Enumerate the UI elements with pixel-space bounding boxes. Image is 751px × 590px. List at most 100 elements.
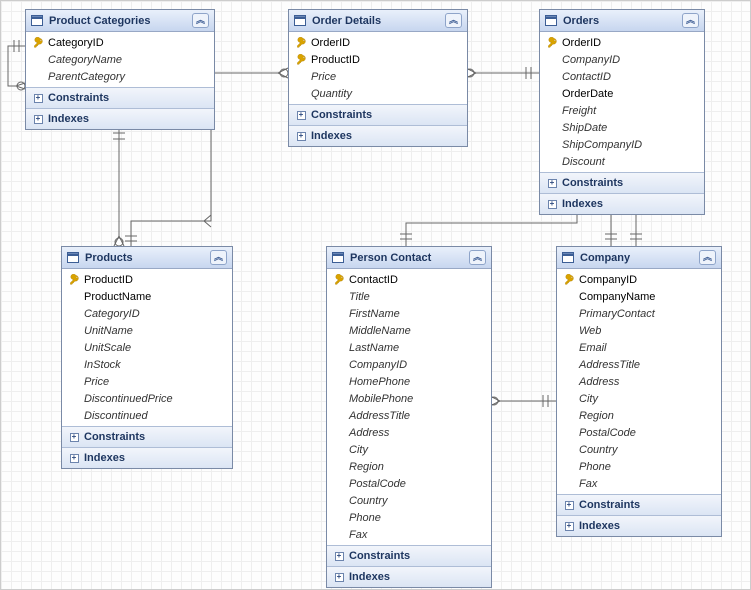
constraints-section[interactable]: +Constraints — [26, 87, 214, 108]
collapse-icon[interactable]: ︽ — [699, 250, 716, 265]
column-name: CategoryID — [48, 37, 104, 49]
table-header[interactable]: Products︽ — [62, 247, 232, 269]
diagram-canvas[interactable]: Product Categories︽ CategoryID CategoryNam… — [0, 0, 751, 590]
indexes-section[interactable]: +Indexes — [26, 108, 214, 129]
table-header[interactable]: Orders︽ — [540, 10, 704, 32]
table-column[interactable]: ParentCategory — [26, 68, 214, 85]
table-column[interactable]: CompanyID — [557, 271, 721, 288]
expand-icon[interactable]: + — [297, 132, 306, 141]
table-column[interactable]: Address — [557, 373, 721, 390]
expand-icon[interactable]: + — [335, 573, 344, 582]
constraints-label: Constraints — [349, 550, 410, 562]
constraints-section[interactable]: + Constraints — [327, 545, 491, 566]
table-column[interactable]: ProductName — [62, 288, 232, 305]
column-name: Email — [579, 342, 607, 354]
expand-icon[interactable]: + — [34, 94, 43, 103]
table-column[interactable]: ProductID — [62, 271, 232, 288]
table-column[interactable]: CompanyID — [327, 356, 491, 373]
table-products[interactable]: Products︽ProductIDProductNameCategoryIDU… — [61, 246, 233, 469]
constraints-section[interactable]: +Constraints — [540, 172, 704, 193]
table-column[interactable]: CategoryID — [62, 305, 232, 322]
expand-icon[interactable]: + — [70, 454, 79, 463]
table-column[interactable]: ShipDate — [540, 119, 704, 136]
collapse-icon[interactable]: ︽ — [445, 13, 462, 28]
expand-icon[interactable]: + — [34, 115, 43, 124]
table-column[interactable]: UnitName — [62, 322, 232, 339]
table-column[interactable]: Discontinued — [62, 407, 232, 424]
table-column[interactable]: InStock — [62, 356, 232, 373]
table-column[interactable]: Web — [557, 322, 721, 339]
table-company[interactable]: Company︽ CompanyIDCompanyNamePrimaryConta… — [556, 246, 722, 537]
table-order-details[interactable]: Order Details︽ OrderIDProductIDPriceQuant… — [288, 9, 468, 147]
table-column[interactable]: ContactID — [327, 271, 491, 288]
table-column[interactable]: CompanyID — [540, 51, 704, 68]
indexes-section[interactable]: +Indexes — [289, 125, 467, 146]
table-column[interactable]: ContactID — [540, 68, 704, 85]
table-column[interactable]: Phone — [557, 458, 721, 475]
table-header[interactable]: Product Categories︽ — [26, 10, 214, 32]
table-column[interactable]: Email — [557, 339, 721, 356]
table-column[interactable]: DiscontinuedPrice — [62, 390, 232, 407]
table-column[interactable]: AddressTitle — [557, 356, 721, 373]
indexes-section[interactable]: +Indexes — [540, 193, 704, 214]
table-column[interactable]: Freight — [540, 102, 704, 119]
table-column[interactable]: Region — [327, 458, 491, 475]
table-column[interactable]: City — [557, 390, 721, 407]
table-column[interactable]: Price — [62, 373, 232, 390]
table-column[interactable]: AddressTitle — [327, 407, 491, 424]
table-column[interactable]: PostalCode — [557, 424, 721, 441]
table-column[interactable]: City — [327, 441, 491, 458]
indexes-section[interactable]: +Indexes — [557, 515, 721, 536]
table-header[interactable]: Person Contact︽ — [327, 247, 491, 269]
table-column[interactable]: CompanyName — [557, 288, 721, 305]
collapse-icon[interactable]: ︽ — [469, 250, 486, 265]
table-column[interactable]: Discount — [540, 153, 704, 170]
expand-icon[interactable]: + — [565, 522, 574, 531]
table-column[interactable]: LastName — [327, 339, 491, 356]
expand-icon[interactable]: + — [70, 433, 79, 442]
table-column[interactable]: Price — [289, 68, 467, 85]
collapse-icon[interactable]: ︽ — [210, 250, 227, 265]
table-column[interactable]: HomePhone — [327, 373, 491, 390]
table-column[interactable]: Address — [327, 424, 491, 441]
table-column[interactable]: PrimaryContact — [557, 305, 721, 322]
expand-icon[interactable]: + — [548, 179, 557, 188]
table-column[interactable]: OrderID — [540, 34, 704, 51]
collapse-icon[interactable]: ︽ — [192, 13, 209, 28]
table-column[interactable]: FirstName — [327, 305, 491, 322]
table-column[interactable]: Title — [327, 288, 491, 305]
table-column[interactable]: Country — [557, 441, 721, 458]
table-column[interactable]: ProductID — [289, 51, 467, 68]
expand-icon[interactable]: + — [297, 111, 306, 120]
table-column[interactable]: Phone — [327, 509, 491, 526]
table-column[interactable]: Quantity — [289, 85, 467, 102]
table-column[interactable]: PostalCode — [327, 475, 491, 492]
table-header[interactable]: Company︽ — [557, 247, 721, 269]
table-person-contact[interactable]: Person Contact︽ ContactIDTitleFirstNameMi… — [326, 246, 492, 588]
table-column[interactable]: CategoryName — [26, 51, 214, 68]
expand-icon[interactable]: + — [565, 501, 574, 510]
collapse-icon[interactable]: ︽ — [682, 13, 699, 28]
table-column[interactable]: OrderDate — [540, 85, 704, 102]
expand-icon[interactable]: + — [335, 552, 344, 561]
table-column[interactable]: Fax — [557, 475, 721, 492]
constraints-section[interactable]: +Constraints — [557, 494, 721, 515]
table-orders[interactable]: Orders︽ OrderIDCompanyIDContactIDOrderDat… — [539, 9, 705, 215]
table-product-categories[interactable]: Product Categories︽ CategoryID CategoryNam… — [25, 9, 215, 130]
table-column[interactable]: OrderID — [289, 34, 467, 51]
table-column[interactable]: MobilePhone — [327, 390, 491, 407]
table-column[interactable]: UnitScale — [62, 339, 232, 356]
expand-icon[interactable]: + — [548, 200, 557, 209]
table-column[interactable]: Fax — [327, 526, 491, 543]
table-header[interactable]: Order Details︽ — [289, 10, 467, 32]
column-name: ShipCompanyID — [562, 139, 642, 151]
table-column[interactable]: Region — [557, 407, 721, 424]
constraints-section[interactable]: +Constraints — [62, 426, 232, 447]
constraints-section[interactable]: +Constraints — [289, 104, 467, 125]
table-column[interactable]: Country — [327, 492, 491, 509]
indexes-section[interactable]: +Indexes — [62, 447, 232, 468]
table-column[interactable]: CategoryID — [26, 34, 214, 51]
table-column[interactable]: ShipCompanyID — [540, 136, 704, 153]
indexes-section[interactable]: +Indexes — [327, 566, 491, 587]
table-column[interactable]: MiddleName — [327, 322, 491, 339]
